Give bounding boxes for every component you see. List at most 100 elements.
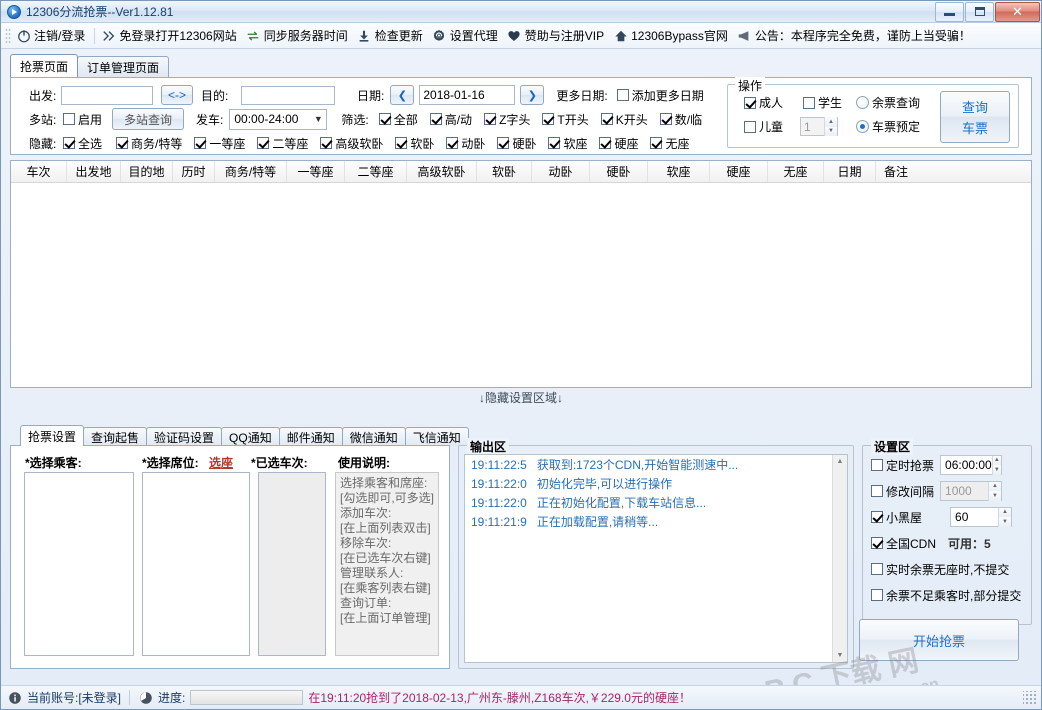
grid-col-soft-sleeper[interactable]: 软卧 xyxy=(477,161,532,182)
student-checkbox[interactable]: 学生 xyxy=(803,94,842,111)
scroll-down-icon[interactable]: ▼ xyxy=(834,649,847,662)
filter-checkbox-k[interactable]: K开头 xyxy=(601,111,648,128)
stepper-down-icon[interactable]: ▼ xyxy=(999,517,1011,527)
subtab-captcha-settings[interactable]: 验证码设置 xyxy=(146,427,222,446)
filter-checkbox-t[interactable]: T开头 xyxy=(542,111,588,128)
toolbar-item-sponsor-vip[interactable]: 赞助与注册VIP xyxy=(504,26,610,45)
stepper-up-icon[interactable]: ▲ xyxy=(825,117,837,127)
modify-interval-checkbox[interactable]: 修改间隔 xyxy=(871,483,934,500)
date-input[interactable]: 2018-01-16 xyxy=(419,85,515,105)
close-button[interactable]: ✕ xyxy=(995,2,1040,22)
adult-checkbox[interactable]: 成人 xyxy=(744,94,783,111)
toolbar-item-official-site[interactable]: 12306Bypass官网 xyxy=(610,26,734,45)
scheduled-grab-checkbox[interactable]: 定时抢票 xyxy=(871,457,934,474)
hide-checkbox-second-class[interactable]: 二等座 xyxy=(257,135,308,152)
grid-col-hard-sleeper[interactable]: 硬卧 xyxy=(590,161,648,182)
grid-col-duration[interactable]: 历时 xyxy=(173,161,215,182)
no-seat-no-submit-checkbox[interactable]: 实时余票无座时,不提交 xyxy=(871,561,1009,578)
subtab-email-notify[interactable]: 邮件通知 xyxy=(279,427,343,446)
start-grab-button[interactable]: 开始抢票 xyxy=(859,619,1019,661)
stepper-buttons[interactable]: ▲ ▼ xyxy=(998,508,1011,527)
hide-checkbox-business[interactable]: 商务/特等 xyxy=(116,135,182,152)
output-log-list[interactable]: 19:11:22:5 获取到:1723个CDN,开始智能测速中... 19:11… xyxy=(464,454,848,663)
filter-checkbox-shulin[interactable]: 数/临 xyxy=(660,111,702,128)
hide-checkbox-no-seat[interactable]: 无座 xyxy=(650,135,689,152)
grid-col-hard-seat[interactable]: 硬座 xyxy=(710,161,768,182)
scheduled-grab-time-input[interactable]: 06:00:00 ▲ ▼ xyxy=(940,455,1002,475)
hide-checkbox-soft-sleeper[interactable]: 软卧 xyxy=(395,135,434,152)
maximize-button[interactable] xyxy=(965,2,994,22)
tab-grab-ticket[interactable]: 抢票页面 xyxy=(10,54,78,77)
grid-col-premium-soft-sleeper[interactable]: 高级软卧 xyxy=(407,161,477,182)
grid-col-remark[interactable]: 备注 xyxy=(876,161,1031,182)
blacklist-duration-input[interactable]: 60 ▲ ▼ xyxy=(950,507,1012,527)
toolbar-grip[interactable] xyxy=(5,28,11,44)
toolbar-item-sync-time[interactable]: 同步服务器时间 xyxy=(243,26,354,45)
query-ticket-button[interactable]: 查询 车票 xyxy=(940,91,1010,143)
hide-checkbox-premium-soft-sleeper[interactable]: 高级软卧 xyxy=(320,135,383,152)
tab-order-management[interactable]: 订单管理页面 xyxy=(77,56,169,77)
grid-col-no-seat[interactable]: 无座 xyxy=(768,161,824,182)
stepper-up-icon[interactable]: ▲ xyxy=(989,482,1001,492)
national-cdn-checkbox[interactable]: 全国CDN xyxy=(871,535,936,552)
results-grid[interactable]: 车次 出发地 目的地 历时 商务/特等 一等座 二等座 高级软卧 软卧 动卧 硬… xyxy=(10,160,1032,388)
hide-checkbox-first-class[interactable]: 一等座 xyxy=(194,135,245,152)
grid-col-train-no[interactable]: 车次 xyxy=(11,161,67,182)
multi-station-enable-checkbox[interactable]: 启用 xyxy=(63,111,102,128)
toolbar-item-announcement[interactable]: 公告：本程序完全免费，谨防上当受骗！ xyxy=(734,26,977,45)
more-date-checkbox[interactable]: 添加更多日期 xyxy=(617,87,704,104)
hide-checkbox-emu-sleeper[interactable]: 动卧 xyxy=(446,135,485,152)
radio-query-remaining[interactable]: 余票查询 xyxy=(856,94,920,111)
grid-col-date[interactable]: 日期 xyxy=(824,161,876,182)
stepper-buttons[interactable]: ▲ ▼ xyxy=(988,482,1001,501)
stepper-down-icon[interactable]: ▼ xyxy=(989,491,1001,501)
stepper-buttons[interactable]: ▲ ▼ xyxy=(992,456,1001,475)
toolbar-item-logout-login[interactable]: 注销/登录 xyxy=(13,26,91,45)
to-input[interactable] xyxy=(241,86,335,105)
grid-col-to[interactable]: 目的地 xyxy=(121,161,173,182)
stepper-up-icon[interactable]: ▲ xyxy=(993,456,1001,466)
radio-book-ticket[interactable]: 车票预定 xyxy=(856,118,920,135)
hide-settings-bar[interactable]: ↓隐藏设置区域↓ xyxy=(10,388,1032,406)
partial-submit-checkbox[interactable]: 余票不足乘客时,部分提交 xyxy=(871,587,1021,604)
grid-col-first-class[interactable]: 一等座 xyxy=(287,161,345,182)
toolbar-item-check-update[interactable]: 检查更新 xyxy=(354,26,429,45)
subtab-wechat-notify[interactable]: 微信通知 xyxy=(342,427,406,446)
blacklist-checkbox[interactable]: 小黑屋 xyxy=(871,509,922,526)
output-scrollbar[interactable]: ▲ ▼ xyxy=(832,455,847,662)
hide-checkbox-hard-sleeper[interactable]: 硬卧 xyxy=(497,135,536,152)
hide-checkbox-hard-seat[interactable]: 硬座 xyxy=(599,135,638,152)
subtab-grab-settings[interactable]: 抢票设置 xyxy=(20,425,84,446)
toolbar-item-open-12306[interactable]: 免登录打开12306网站 xyxy=(98,26,242,45)
toolbar-item-set-proxy[interactable]: 设置代理 xyxy=(429,26,504,45)
depart-time-combobox[interactable]: 00:00-24:00 ▼ xyxy=(229,109,327,130)
passenger-listbox[interactable] xyxy=(24,472,134,656)
next-date-button[interactable]: ❯ xyxy=(520,85,544,105)
subtab-feixin-notify[interactable]: 飞信通知 xyxy=(405,427,469,446)
grid-col-from[interactable]: 出发地 xyxy=(67,161,121,182)
seat-select-link[interactable]: 选座 xyxy=(209,454,233,471)
from-input[interactable] xyxy=(61,86,153,105)
hide-checkbox-soft-seat[interactable]: 软座 xyxy=(548,135,587,152)
grid-col-soft-seat[interactable]: 软座 xyxy=(648,161,710,182)
hide-checkbox-selectall[interactable]: 全选 xyxy=(63,135,102,152)
resize-grip[interactable] xyxy=(1023,691,1037,705)
prev-date-button[interactable]: ❮ xyxy=(390,85,414,105)
grid-col-business[interactable]: 商务/特等 xyxy=(215,161,287,182)
child-count-stepper[interactable]: 1 ▲ ▼ xyxy=(800,117,838,136)
subtab-qq-notify[interactable]: QQ通知 xyxy=(221,427,280,446)
filter-checkbox-z[interactable]: Z字头 xyxy=(484,111,530,128)
subtab-query-presale[interactable]: 查询起售 xyxy=(83,427,147,446)
stepper-buttons[interactable]: ▲ ▼ xyxy=(824,117,837,136)
multi-station-query-button[interactable]: 多站查询 xyxy=(112,108,184,130)
child-checkbox[interactable]: 儿童 xyxy=(744,118,783,135)
minimize-button[interactable] xyxy=(935,2,964,22)
grid-col-emu-sleeper[interactable]: 动卧 xyxy=(532,161,590,182)
seat-listbox[interactable] xyxy=(142,472,250,656)
filter-checkbox-all[interactable]: 全部 xyxy=(379,111,418,128)
grid-col-second-class[interactable]: 二等座 xyxy=(345,161,407,182)
scroll-up-icon[interactable]: ▲ xyxy=(834,455,847,468)
stepper-down-icon[interactable]: ▼ xyxy=(993,465,1001,475)
swap-stations-button[interactable]: <-> xyxy=(161,85,193,105)
modify-interval-input[interactable]: 1000 ▲ ▼ xyxy=(940,481,1002,501)
